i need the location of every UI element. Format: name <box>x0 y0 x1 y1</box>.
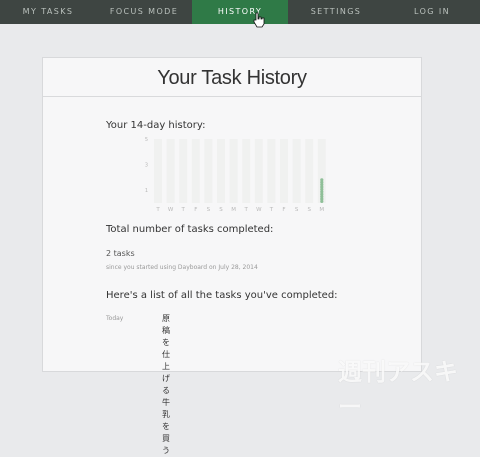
x-tick-label: F <box>282 207 285 213</box>
history-chart: 1 3 5 T W T F S S M T W T F S S M <box>145 137 326 213</box>
x-tick-label: F <box>194 207 197 213</box>
bar-track <box>242 139 251 203</box>
task-item[interactable]: 牛乳を買う <box>162 397 170 457</box>
nav-history[interactable]: HISTORY <box>192 0 288 24</box>
total-label: Total number of tasks completed: <box>106 224 274 235</box>
bar-track <box>229 139 238 203</box>
bar-track <box>154 139 162 203</box>
nav-settings[interactable]: SETTINGS <box>288 0 384 24</box>
bar-track <box>305 139 314 203</box>
watermark: 週刊アスキー <box>338 358 458 421</box>
x-tick-label: T <box>244 207 249 213</box>
x-tick-label: W <box>168 207 174 213</box>
bar-track <box>166 139 175 203</box>
x-tick-label: S <box>219 207 223 213</box>
x-tick-label: M <box>319 207 324 213</box>
bar-track <box>179 139 188 203</box>
nav-my-tasks[interactable]: MY TASKS <box>0 0 96 24</box>
bar-track <box>191 139 200 203</box>
task-history-card: Your Task History Your 14-day history: 1… <box>42 57 422 455</box>
pointer-cursor-icon <box>253 12 265 28</box>
task-item[interactable]: 原稿を仕上げる <box>162 313 170 397</box>
title-divider <box>43 96 421 97</box>
task-list: 原稿を仕上げる 牛乳を買う <box>162 313 170 457</box>
bar-value-dot <box>320 178 324 182</box>
history-label: Your 14-day history: <box>106 120 206 131</box>
x-tick-label: S <box>307 207 311 213</box>
y-tick-label: 1 <box>145 188 148 194</box>
nav-log-in[interactable]: LOG IN <box>384 0 480 24</box>
x-tick-label: S <box>295 207 299 213</box>
page-title: Your Task History <box>157 67 307 89</box>
bar-track <box>280 139 288 203</box>
x-tick-label: M <box>231 207 236 213</box>
bar-track <box>204 139 213 203</box>
bar-track <box>217 139 225 203</box>
list-label: Here's a list of all the tasks you've co… <box>106 290 338 301</box>
y-tick-label: 5 <box>145 137 148 143</box>
x-tick-label: T <box>269 207 274 213</box>
x-tick-label: T <box>155 207 160 213</box>
bar-track <box>267 139 276 203</box>
y-tick-label: 3 <box>145 163 148 169</box>
bar-track <box>254 139 263 203</box>
bar-track <box>292 139 301 203</box>
top-nav: MY TASKS FOCUS MODE HISTORY SETTINGS LOG… <box>0 0 480 24</box>
x-tick-label: T <box>181 207 186 213</box>
total-count: 2 tasks <box>106 249 135 258</box>
since-text: since you started using Dayboard on July… <box>106 264 258 271</box>
nav-focus-mode[interactable]: FOCUS MODE <box>96 0 192 24</box>
task-date: Today <box>106 315 124 322</box>
x-tick-label: W <box>256 207 262 213</box>
x-tick-label: S <box>207 207 211 213</box>
